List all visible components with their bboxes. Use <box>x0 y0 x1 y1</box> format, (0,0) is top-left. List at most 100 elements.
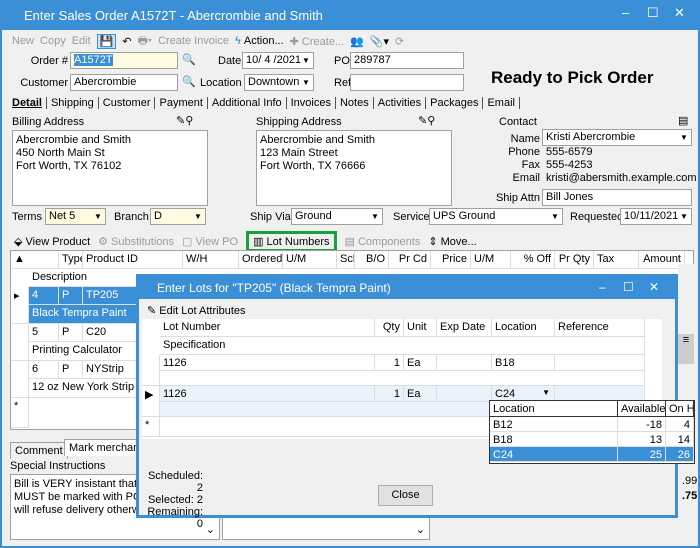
move-button[interactable]: ⇕ Move... <box>428 235 476 248</box>
lot-numbers-button[interactable]: ▥ Lot Numbers <box>246 231 337 252</box>
line-number[interactable]: 6 <box>29 361 59 379</box>
shipping-address-box[interactable]: Abercrombie and Smith 123 Main Street Fort… <box>256 130 452 206</box>
lot-spec-cell[interactable] <box>160 371 645 386</box>
create-button[interactable]: ✚ Create... <box>290 35 344 48</box>
refresh-icon[interactable]: ⟳ <box>395 35 404 48</box>
phone-label: Phone <box>508 146 540 158</box>
popup-option[interactable]: 13 <box>618 432 666 447</box>
popup-option[interactable]: -18 <box>618 417 666 432</box>
tab-customer[interactable]: Customer <box>99 97 156 109</box>
contact-card-icon[interactable]: ▤ <box>678 114 688 127</box>
ship-attn-field[interactable]: Bill Jones <box>542 189 692 206</box>
scheduled-count: Scheduled: 2 <box>147 470 203 494</box>
tab-detail[interactable]: Detail <box>12 97 47 109</box>
lot-qty[interactable]: 1 <box>375 386 404 402</box>
lot-cell[interactable] <box>555 355 645 371</box>
branch-select[interactable]: D ▼ <box>150 208 206 225</box>
lot-lot[interactable]: 1126 <box>160 355 375 371</box>
line-number[interactable]: 5 <box>29 324 59 342</box>
action-button[interactable]: ϟ Action... <box>235 35 284 47</box>
edit-button[interactable]: Edit <box>72 35 91 47</box>
popup-option[interactable]: C24 <box>490 447 618 462</box>
row-indicator: ▸ <box>11 287 29 324</box>
close-icon[interactable]: ✕ <box>674 5 685 21</box>
shipping-address-label: Shipping Address <box>256 116 342 128</box>
tab-shipping[interactable]: Shipping <box>47 97 99 109</box>
maximize-icon[interactable]: ☐ <box>647 5 659 21</box>
billing-edit-icon[interactable]: ✎⚲ <box>176 114 193 127</box>
lot-column-header: Qty <box>375 319 404 337</box>
terms-select[interactable]: Net 5 ▼ <box>45 208 106 225</box>
po-label: PO <box>334 55 350 67</box>
copy-button[interactable]: Copy <box>40 35 66 47</box>
line-number[interactable]: 4 <box>29 287 59 305</box>
billing-address-box[interactable]: Abercrombie and Smith 450 North Main St Fo… <box>12 130 208 206</box>
lot-cell[interactable] <box>437 355 492 371</box>
tab-comment[interactable]: Comment <box>10 442 68 459</box>
ship-attn-label: Ship Attn <box>495 192 540 204</box>
view-po-button[interactable]: ▢ View PO <box>182 235 238 248</box>
popup-option[interactable]: 14 <box>666 432 694 447</box>
lot-unit[interactable]: Ea <box>404 355 437 371</box>
save-icon[interactable]: 💾 <box>96 33 117 49</box>
popup-option[interactable]: 25 <box>618 447 666 462</box>
tab-additional-info[interactable]: Additional Info <box>208 97 287 109</box>
edit-lot-attributes-button[interactable]: ✎ Edit Lot Attributes <box>147 304 246 317</box>
service-select[interactable]: UPS Ground ▼ <box>429 208 563 225</box>
line-type[interactable]: P <box>59 287 83 305</box>
dialog-title-bar: Enter Lots for "TP205" (Black Tempra Pai… <box>139 277 675 299</box>
customer-search-icon[interactable]: 🔍 <box>182 75 196 88</box>
contact-name-select[interactable]: Kristi Abercrombie ▼ <box>542 129 692 146</box>
search-icon[interactable]: 🔍 <box>182 53 196 66</box>
create-invoice-button[interactable]: Create Invoice <box>158 35 229 47</box>
lot-summary: Scheduled: 2 Selected: 2 Remaining: 0 <box>141 470 203 530</box>
ship-via-select[interactable]: Ground ▼ <box>291 208 383 225</box>
attachment-icon[interactable]: 📎▾ <box>370 35 389 48</box>
print-icon[interactable]: 🖶▾ <box>138 32 152 51</box>
substitutions-button[interactable]: ⚙ Substitutions <box>98 235 174 248</box>
new-button[interactable]: New <box>12 35 34 47</box>
close-button[interactable]: Close <box>378 485 433 506</box>
date-field[interactable]: 10/ 4 /2021 ▼ <box>242 52 314 69</box>
popup-option[interactable]: B18 <box>490 432 618 447</box>
components-button[interactable]: ▤ Components <box>345 235 421 248</box>
dialog-close-icon[interactable]: ✕ <box>649 280 659 294</box>
tab-mark-merchandise[interactable]: Mark merchan <box>64 439 145 456</box>
lot-loc[interactable]: B18 <box>492 355 555 371</box>
shipping-edit-icon[interactable]: ✎⚲ <box>418 114 435 127</box>
popup-option[interactable]: 4 <box>666 417 694 432</box>
location-select[interactable]: Downtown ▼ <box>244 74 314 91</box>
popup-option[interactable]: B12 <box>490 417 618 432</box>
tab-invoices[interactable]: Invoices <box>287 97 336 109</box>
popup-header: On Hand <box>666 401 694 417</box>
tab-email[interactable]: Email <box>483 97 520 109</box>
email-value[interactable]: kristi@abersmith.example.com <box>546 172 697 184</box>
lot-lot[interactable]: 1126 <box>160 386 375 402</box>
undo-icon[interactable]: ↶ <box>122 35 131 48</box>
dialog-maximize-icon[interactable]: ☐ <box>623 280 634 294</box>
lot-cell[interactable] <box>437 386 492 402</box>
lot-unit[interactable]: Ea <box>404 386 437 402</box>
contacts-icon[interactable]: 👥 <box>350 35 364 48</box>
po-field[interactable]: 289787 <box>350 52 464 69</box>
lot-qty[interactable]: 1 <box>375 355 404 371</box>
tab-notes[interactable]: Notes <box>336 97 374 109</box>
lot-column-header: Location <box>492 319 555 337</box>
line-type[interactable]: P <box>59 361 83 379</box>
dialog-minimize-icon[interactable]: ‒ <box>599 280 606 294</box>
line-type[interactable]: P <box>59 324 83 342</box>
ref-field[interactable] <box>350 74 464 91</box>
tab-packages[interactable]: Packages <box>426 97 484 109</box>
location-dropdown-icon[interactable]: ▼ <box>542 388 550 397</box>
order-field[interactable]: A1572T <box>70 52 178 69</box>
tab-activities[interactable]: Activities <box>374 97 427 109</box>
tab-payment[interactable]: Payment <box>155 97 208 109</box>
requested-date[interactable]: 10/11/2021 ▼ <box>620 208 692 225</box>
lot-column-header: Exp Date <box>437 319 492 337</box>
minimize-icon[interactable]: ‒ <box>622 5 629 20</box>
customer-field[interactable]: Abercrombie <box>70 74 178 91</box>
view-product-button[interactable]: ⬙ View Product <box>14 235 90 248</box>
popup-option[interactable]: 26 <box>666 447 694 462</box>
special-instructions-label: Special Instructions <box>10 460 106 472</box>
sales-order-window: Enter Sales Order A1572T - Abercrombie a… <box>0 0 700 548</box>
